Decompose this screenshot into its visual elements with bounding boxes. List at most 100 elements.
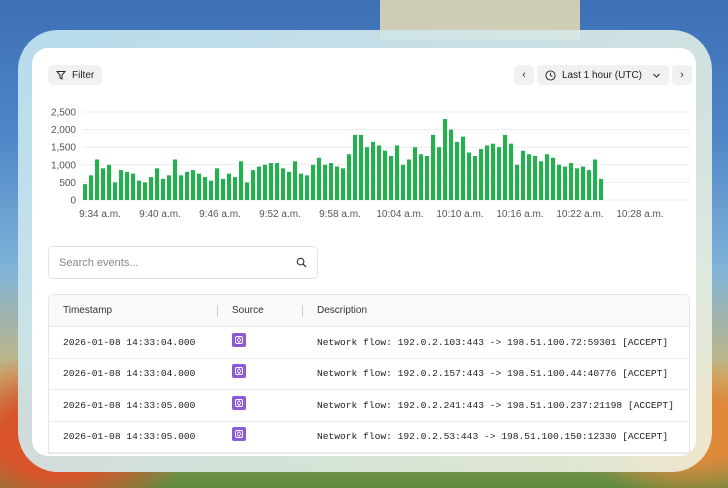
histogram-bar[interactable] xyxy=(353,134,358,200)
histogram-bar[interactable] xyxy=(503,134,508,200)
histogram-bar[interactable] xyxy=(161,178,166,200)
histogram-bar[interactable] xyxy=(89,175,94,200)
histogram-bar[interactable] xyxy=(395,145,400,200)
histogram-bar[interactable] xyxy=(371,141,376,200)
histogram-bar[interactable] xyxy=(239,161,244,200)
histogram-bar[interactable] xyxy=(155,168,160,200)
histogram-bar[interactable] xyxy=(437,147,442,200)
histogram-bar[interactable] xyxy=(569,163,574,200)
histogram-bar[interactable] xyxy=(221,178,226,200)
histogram-bar[interactable] xyxy=(359,134,364,200)
histogram-bar[interactable] xyxy=(449,129,454,200)
histogram-bar[interactable] xyxy=(485,145,490,200)
histogram-bar[interactable] xyxy=(83,184,88,200)
histogram-bar[interactable] xyxy=(581,166,586,200)
column-header-source[interactable]: Source xyxy=(218,295,303,326)
histogram-bar[interactable] xyxy=(317,157,322,200)
histogram-bar[interactable] xyxy=(341,168,346,200)
histogram-bar[interactable] xyxy=(257,166,262,200)
histogram-bar[interactable] xyxy=(329,163,334,200)
histogram-bar[interactable] xyxy=(263,164,268,200)
histogram-bar[interactable] xyxy=(473,156,478,200)
histogram-bar[interactable] xyxy=(575,168,580,200)
histogram-bar[interactable] xyxy=(215,168,220,200)
histogram-bar[interactable] xyxy=(419,154,424,200)
histogram-bar[interactable] xyxy=(185,171,190,200)
filter-button[interactable]: Filter xyxy=(48,65,103,85)
histogram-bar[interactable] xyxy=(95,159,100,200)
histogram-bar[interactable] xyxy=(407,159,412,200)
table-row[interactable]: 2026-01-08 14:33:04.000 Network flow: 192… xyxy=(49,327,689,359)
histogram-bar[interactable] xyxy=(101,168,106,200)
histogram-bar[interactable] xyxy=(143,182,148,200)
histogram-bar[interactable] xyxy=(599,178,604,200)
histogram-bar[interactable] xyxy=(521,150,526,200)
histogram-bar[interactable] xyxy=(305,175,310,200)
histogram-bar[interactable] xyxy=(467,152,472,200)
histogram-bar[interactable] xyxy=(509,143,514,200)
table-row[interactable]: 2026-01-08 14:33:05.000 Network flow: 192… xyxy=(49,390,689,422)
prev-range-button[interactable]: ‹ xyxy=(513,65,534,85)
histogram-bar[interactable] xyxy=(383,150,388,200)
histogram-bar[interactable] xyxy=(227,173,232,200)
histogram-bar[interactable] xyxy=(281,168,286,200)
histogram-bar[interactable] xyxy=(401,164,406,200)
histogram-bar[interactable] xyxy=(377,145,382,200)
histogram-bar[interactable] xyxy=(179,175,184,200)
histogram-bar[interactable] xyxy=(209,180,214,200)
histogram-bar[interactable] xyxy=(311,164,316,200)
histogram-bar[interactable] xyxy=(137,180,142,200)
histogram-bar[interactable] xyxy=(347,154,352,200)
histogram-bar[interactable] xyxy=(173,159,178,200)
histogram-bar[interactable] xyxy=(443,119,448,200)
histogram-bar[interactable] xyxy=(197,173,202,200)
histogram-bar[interactable] xyxy=(113,182,118,200)
time-range-select[interactable]: Last 1 hour (UTC) xyxy=(536,65,669,85)
histogram-bar[interactable] xyxy=(335,166,340,200)
histogram-bar[interactable] xyxy=(413,147,418,200)
next-range-button[interactable]: › xyxy=(672,65,692,85)
histogram-bar[interactable] xyxy=(149,177,154,200)
histogram-bar[interactable] xyxy=(527,154,532,200)
histogram-bar[interactable] xyxy=(491,143,496,200)
histogram-bar[interactable] xyxy=(539,161,544,200)
histogram-bar[interactable] xyxy=(191,170,196,200)
histogram-bar[interactable] xyxy=(107,164,112,200)
histogram-bar[interactable] xyxy=(269,163,274,200)
y-tick-label: 2,500 xyxy=(51,108,76,119)
histogram-bar[interactable] xyxy=(287,171,292,200)
histogram-bar[interactable] xyxy=(587,170,592,200)
histogram-bar[interactable] xyxy=(203,177,208,200)
histogram-bar[interactable] xyxy=(251,170,256,200)
histogram-bar[interactable] xyxy=(275,163,280,200)
histogram-bar[interactable] xyxy=(425,156,430,200)
column-header-description[interactable]: Description xyxy=(303,295,689,326)
histogram-bar[interactable] xyxy=(461,136,466,200)
histogram-bar[interactable] xyxy=(119,170,124,200)
histogram-bar[interactable] xyxy=(389,156,394,200)
histogram-bar[interactable] xyxy=(479,148,484,200)
histogram-bar[interactable] xyxy=(533,156,538,200)
table-row[interactable]: 2026-01-08 14:33:04.000 Network flow: 192… xyxy=(49,359,689,390)
histogram-bar[interactable] xyxy=(245,182,250,200)
table-row[interactable]: 2026-01-08 14:33:05.000 Network flow: 192… xyxy=(49,422,689,453)
histogram-bar[interactable] xyxy=(497,147,502,200)
histogram-bar[interactable] xyxy=(431,134,436,200)
histogram-bar[interactable] xyxy=(557,164,562,200)
histogram-bar[interactable] xyxy=(125,171,130,200)
histogram-bar[interactable] xyxy=(293,161,298,200)
histogram-bar[interactable] xyxy=(515,164,520,200)
search-input[interactable] xyxy=(59,256,279,269)
histogram-bar[interactable] xyxy=(365,147,370,200)
histogram-bar[interactable] xyxy=(167,175,172,200)
histogram-bar[interactable] xyxy=(593,159,598,200)
histogram-bar[interactable] xyxy=(233,177,238,200)
histogram-bar[interactable] xyxy=(131,173,136,200)
histogram-bar[interactable] xyxy=(545,154,550,200)
histogram-bar[interactable] xyxy=(455,141,460,200)
histogram-bar[interactable] xyxy=(563,166,568,200)
histogram-bar[interactable] xyxy=(299,173,304,200)
histogram-bar[interactable] xyxy=(323,164,328,200)
histogram-bar[interactable] xyxy=(551,157,556,200)
column-header-timestamp[interactable]: Timestamp xyxy=(49,295,218,326)
